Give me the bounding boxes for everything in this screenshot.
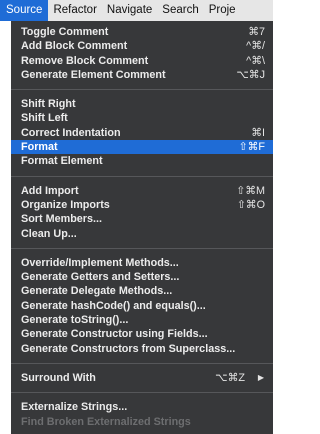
menu-separator <box>11 362 273 364</box>
menu-item-label: Generate Constructor using Fields... <box>21 328 208 341</box>
menu-item-label: Generate hashCode() and equals()... <box>21 299 206 312</box>
menu-item-label: Format Element <box>21 155 103 168</box>
submenu-arrow-icon: ▶ <box>257 372 264 382</box>
menu-item-label: Format <box>21 141 58 154</box>
menu-item-shortcut: ^⌘\ <box>246 54 265 67</box>
menu-item-shortcut: ⌥⌘J <box>236 68 265 81</box>
menu-item-shortcut: ⇧⌘F <box>238 141 265 154</box>
menu-item-generate-tostring[interactable]: Generate toString()... <box>11 313 273 327</box>
menu-item-externalize-strings[interactable]: Externalize Strings... <box>11 400 273 414</box>
menu-item-label: Externalize Strings... <box>21 401 128 414</box>
menu-item-toggle-comment[interactable]: Toggle Comment ⌘7 <box>11 25 273 39</box>
menu-separator <box>11 392 273 394</box>
menu-item-sort-members[interactable]: Sort Members... <box>11 212 273 226</box>
menubar: Source Refactor Navigate Search Proje <box>0 0 273 21</box>
menu-item-format-element[interactable]: Format Element <box>11 154 273 168</box>
menu-item-label: Override/Implement Methods... <box>21 256 179 269</box>
menu-item-clean-up[interactable]: Clean Up... <box>11 227 273 241</box>
menu-item-label: Find Broken Externalized Strings <box>21 415 191 428</box>
menu-item-shift-right[interactable]: Shift Right <box>11 97 273 111</box>
menu-item-label: Organize Imports <box>21 198 110 211</box>
menu-item-organize-imports[interactable]: Organize Imports ⇧⌘O <box>11 198 273 212</box>
menu-item-label: Shift Left <box>21 112 68 125</box>
menubar-item-project[interactable]: Proje <box>204 0 241 21</box>
menu-item-label: Generate Delegate Methods... <box>21 285 173 298</box>
menu-item-remove-block-comment[interactable]: Remove Block Comment ^⌘\ <box>11 54 273 68</box>
menu-item-label: Generate toString()... <box>21 314 129 327</box>
menubar-item-search[interactable]: Search <box>157 0 203 21</box>
menu-item-generate-element-comment[interactable]: Generate Element Comment ⌥⌘J <box>11 68 273 82</box>
menu-item-format[interactable]: Format ⇧⌘F <box>11 140 273 155</box>
menu-item-generate-getters-setters[interactable]: Generate Getters and Setters... <box>11 270 273 284</box>
menu-item-shortcut: ⌘7 <box>248 26 265 38</box>
menu-item-label: Clean Up... <box>21 227 77 240</box>
menu-item-label: Shift Right <box>21 98 76 111</box>
menu-item-shortcut: ⇧⌘M <box>236 184 265 197</box>
menu-item-label: Surround With <box>21 371 96 384</box>
menu-item-generate-delegate-methods[interactable]: Generate Delegate Methods... <box>11 284 273 298</box>
menubar-item-source[interactable]: Source <box>0 0 49 21</box>
menu-item-correct-indentation[interactable]: Correct Indentation ⌘I <box>11 126 273 140</box>
menu-separator <box>11 89 273 91</box>
menu-item-label: Add Import <box>21 184 79 197</box>
menu-item-shift-left[interactable]: Shift Left <box>11 111 273 125</box>
source-menu-dropdown: Toggle Comment ⌘7 Add Block Comment ^⌘/ … <box>11 21 273 434</box>
menubar-item-refactor[interactable]: Refactor <box>48 0 101 21</box>
menu-item-generate-constructor-fields[interactable]: Generate Constructor using Fields... <box>11 327 273 341</box>
menu-item-shortcut: ^⌘/ <box>246 40 265 53</box>
menu-separator <box>11 247 273 249</box>
menu-item-find-broken-externalized-strings: Find Broken Externalized Strings <box>11 415 273 429</box>
menu-item-label: Generate Constructors from Superclass... <box>21 342 236 355</box>
menu-item-add-import[interactable]: Add Import ⇧⌘M <box>11 184 273 198</box>
menu-item-shortcut: ⇧⌘O <box>236 198 265 211</box>
menu-item-add-block-comment[interactable]: Add Block Comment ^⌘/ <box>11 39 273 53</box>
menu-item-label: Remove Block Comment <box>21 54 149 67</box>
menu-item-generate-hashcode-equals[interactable]: Generate hashCode() and equals()... <box>11 299 273 313</box>
menu-item-override-implement-methods[interactable]: Override/Implement Methods... <box>11 256 273 270</box>
menu-item-shortcut: ⌥⌘Z <box>215 371 245 384</box>
menu-item-label: Generate Getters and Setters... <box>21 271 180 284</box>
menu-separator <box>11 175 273 177</box>
menu-item-label: Toggle Comment <box>21 26 109 38</box>
menubar-item-navigate[interactable]: Navigate <box>102 0 157 21</box>
menu-item-generate-constructors-superclass[interactable]: Generate Constructors from Superclass... <box>11 342 273 356</box>
menu-item-label: Correct Indentation <box>21 126 121 139</box>
menu-item-label: Sort Members... <box>21 213 102 226</box>
menu-item-label: Add Block Comment <box>21 40 128 53</box>
menu-item-label: Generate Element Comment <box>21 68 166 81</box>
menu-item-shortcut: ⌘I <box>251 126 265 139</box>
menu-item-surround-with[interactable]: Surround With ⌥⌘Z ▶ <box>11 371 273 385</box>
